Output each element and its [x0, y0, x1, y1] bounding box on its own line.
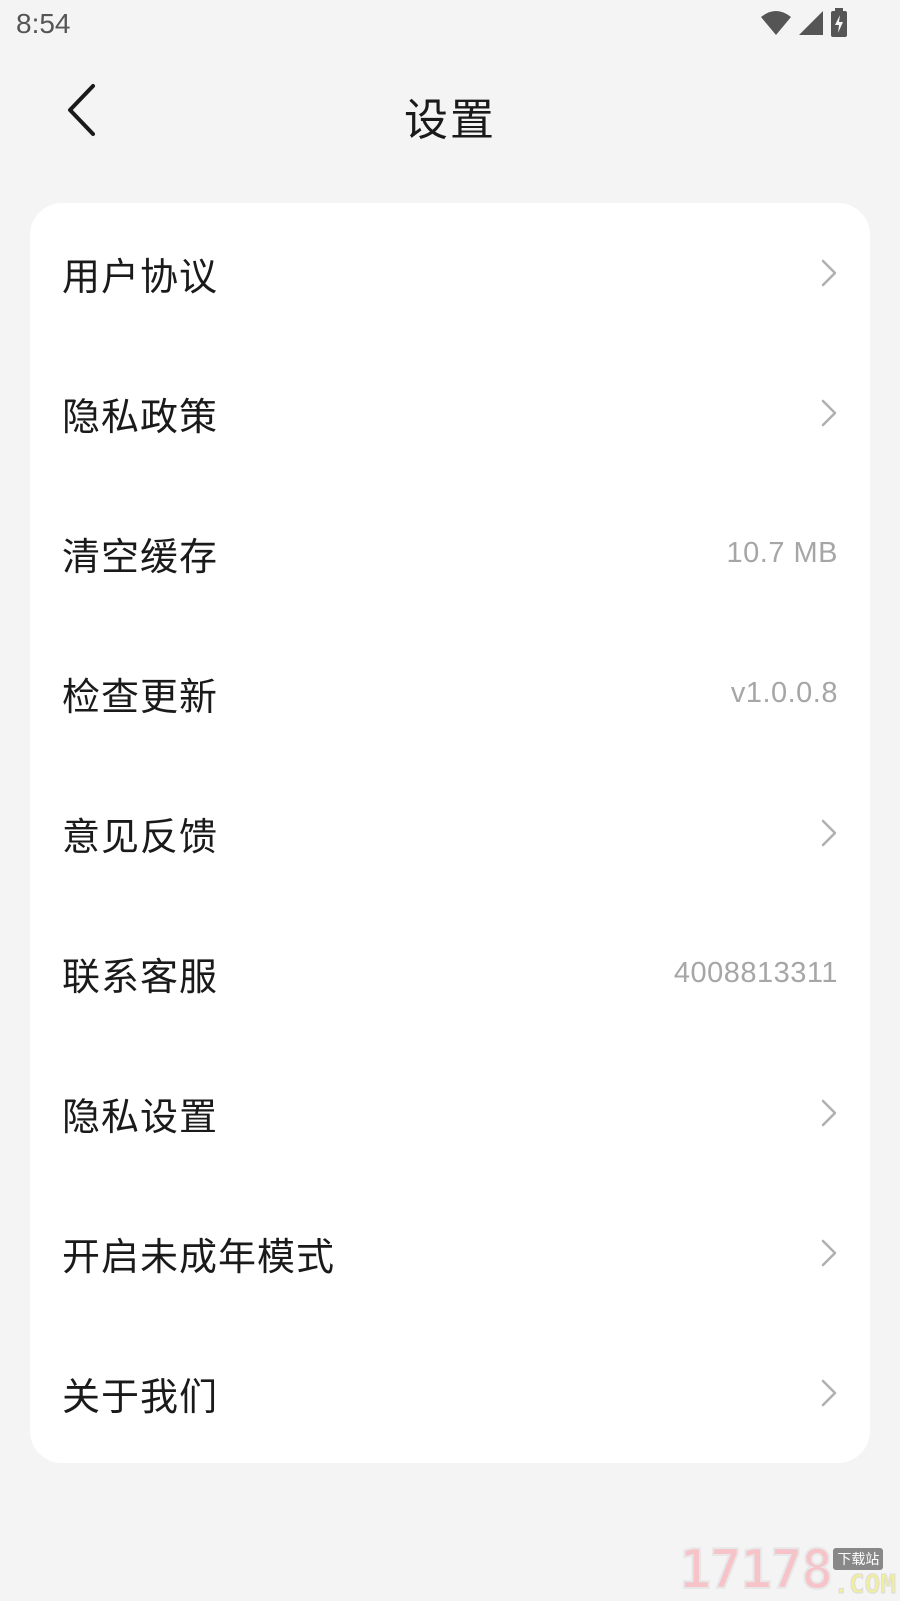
- support-phone-value: 4008813311: [674, 957, 838, 990]
- wifi-icon: [760, 10, 792, 40]
- settings-item-user-agreement[interactable]: 用户协议: [30, 203, 870, 343]
- chevron-right-icon: [812, 396, 838, 430]
- settings-item-contact-support[interactable]: 联系客服 4008813311: [30, 903, 870, 1043]
- settings-card: 用户协议 隐私政策 清空缓存 10.7 MB 检查更新 v1.0.0.8 意见反…: [30, 203, 870, 1463]
- settings-item-privacy-settings[interactable]: 隐私设置: [30, 1043, 870, 1183]
- settings-item-label: 联系客服: [62, 946, 218, 1001]
- settings-item-label: 清空缓存: [62, 526, 218, 581]
- chevron-right-icon: [812, 256, 838, 290]
- settings-item-label: 开启未成年模式: [62, 1226, 335, 1281]
- settings-item-privacy-policy[interactable]: 隐私政策: [30, 343, 870, 483]
- settings-item-feedback[interactable]: 意见反馈: [30, 763, 870, 903]
- cache-size-value: 10.7 MB: [727, 537, 839, 570]
- settings-item-about-us[interactable]: 关于我们: [30, 1323, 870, 1463]
- settings-item-label: 检查更新: [62, 666, 218, 721]
- watermark-logo: 17178 下载站 .COM: [666, 1534, 896, 1600]
- watermark-side: 下载站 .COM: [833, 1548, 896, 1600]
- status-bar: 8:54: [0, 0, 900, 50]
- settings-item-clear-cache[interactable]: 清空缓存 10.7 MB: [30, 483, 870, 623]
- settings-item-label: 意见反馈: [62, 806, 218, 861]
- watermark-tag: 下载站: [833, 1548, 883, 1570]
- watermark-suffix: .COM: [833, 1570, 896, 1600]
- settings-item-label: 隐私政策: [62, 386, 218, 441]
- settings-item-label: 关于我们: [62, 1366, 218, 1421]
- status-time: 8:54: [16, 8, 71, 40]
- header: 设置: [0, 66, 900, 158]
- chevron-right-icon: [812, 1376, 838, 1410]
- settings-item-label: 用户协议: [62, 246, 218, 301]
- settings-item-minor-mode[interactable]: 开启未成年模式: [30, 1183, 870, 1323]
- signal-icon: [798, 10, 824, 40]
- version-value: v1.0.0.8: [731, 677, 838, 710]
- battery-charging-icon: [830, 8, 848, 42]
- page-title: 设置: [0, 84, 900, 148]
- chevron-right-icon: [812, 1236, 838, 1270]
- chevron-right-icon: [812, 816, 838, 850]
- settings-item-label: 隐私设置: [62, 1086, 218, 1141]
- settings-item-check-update[interactable]: 检查更新 v1.0.0.8: [30, 623, 870, 763]
- status-icons: [760, 10, 848, 40]
- watermark-number: 17178: [679, 1540, 832, 1600]
- chevron-right-icon: [812, 1096, 838, 1130]
